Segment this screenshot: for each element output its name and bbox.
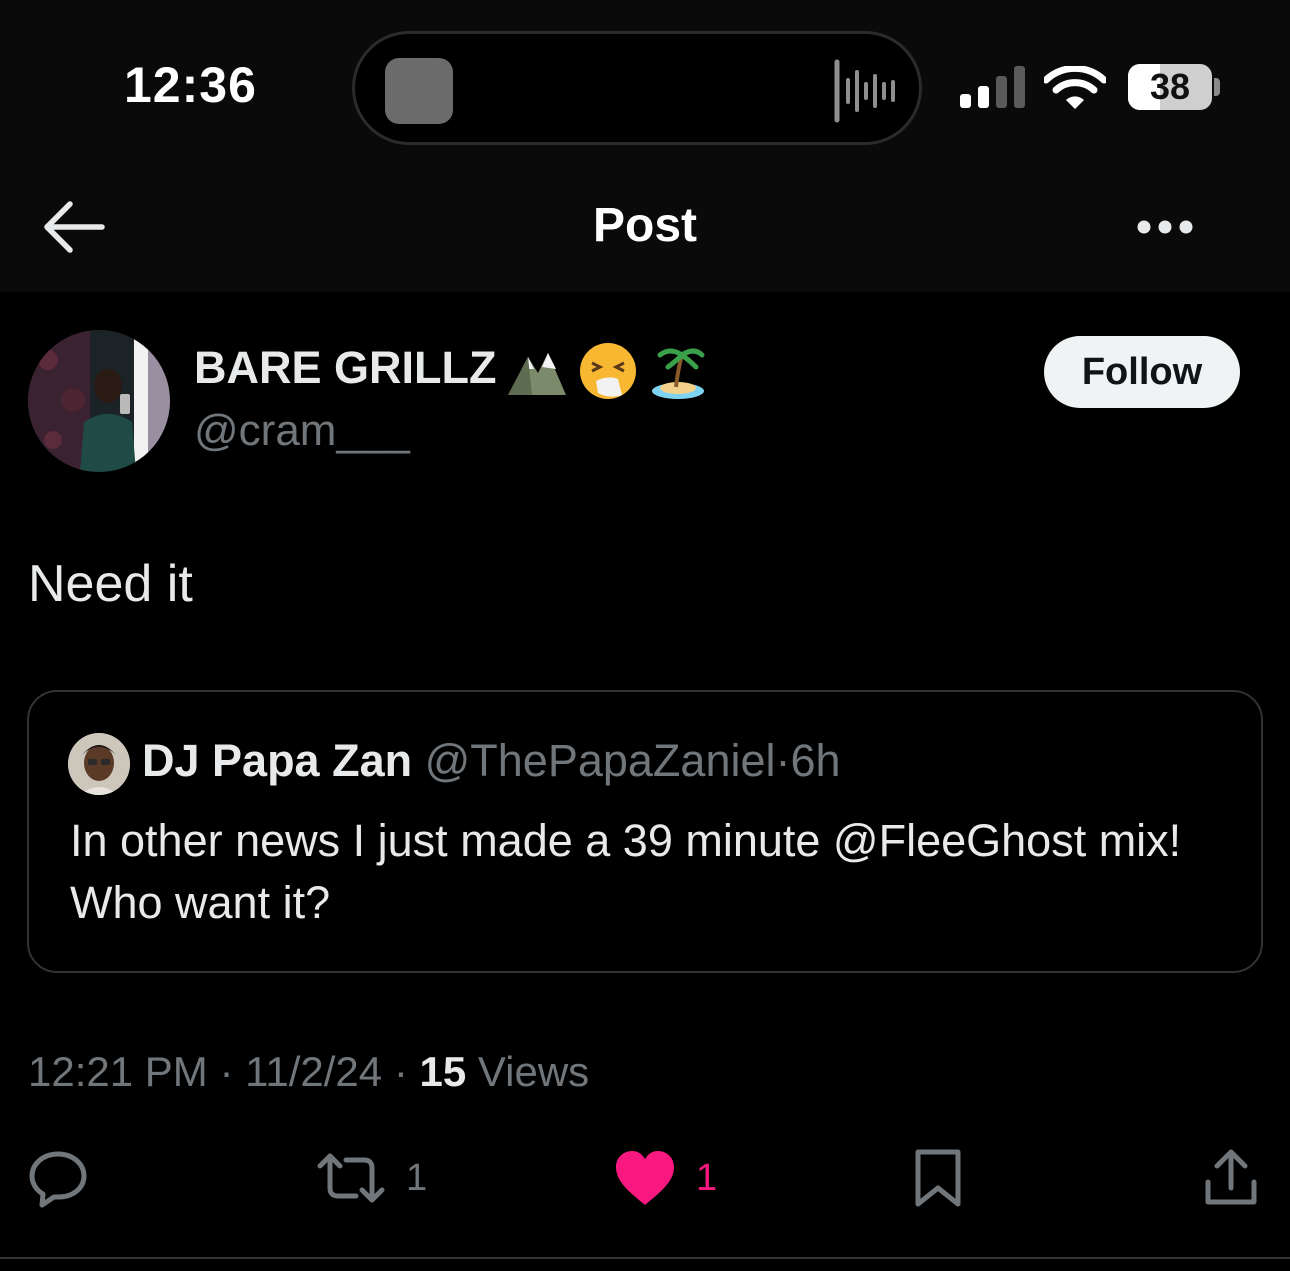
more-horizontal-icon[interactable] [1130, 210, 1200, 244]
post-date: 11/2/24 [245, 1048, 383, 1095]
views-count[interactable]: 15 [419, 1048, 466, 1095]
top-bar: 12:36 38 Post [0, 0, 1290, 292]
like-button[interactable]: 1 [614, 1146, 717, 1210]
avatar[interactable] [28, 330, 170, 472]
quote-time: 6h [790, 735, 841, 786]
views-label: Views [477, 1048, 590, 1095]
quote-separator: · [775, 735, 791, 786]
author-handle[interactable]: @cram___ [194, 406, 410, 456]
meta-separator: · [219, 1048, 234, 1095]
cellular-signal-icon [960, 66, 1025, 108]
quote-author-handle[interactable]: @ThePapaZaniel [425, 735, 776, 786]
share-button[interactable] [1202, 1146, 1260, 1210]
audio-wave-icon [834, 59, 895, 123]
like-count: 1 [696, 1156, 718, 1199]
battery-icon: 38 [1128, 64, 1212, 110]
live-activity-icon [385, 58, 453, 124]
battery-percent: 38 [1149, 66, 1191, 107]
quote-text: In other news I just made a 39 minute @F… [70, 815, 1182, 928]
dynamic-island[interactable] [352, 31, 922, 145]
post-meta: 12:21 PM · 11/2/24 · 15 Views [28, 1048, 589, 1096]
repost-icon [317, 1153, 385, 1203]
follow-button[interactable]: Follow [1044, 336, 1240, 408]
battery-tip [1214, 78, 1220, 96]
repost-button[interactable]: 1 [316, 1146, 427, 1210]
heart-filled-icon [616, 1151, 674, 1205]
reply-button[interactable] [28, 1146, 88, 1210]
bookmark-button[interactable] [910, 1146, 966, 1210]
post-timestamp: 12:21 PM [28, 1048, 208, 1095]
wifi-icon [1044, 66, 1106, 109]
quote-author-name[interactable]: DJ Papa Zan [142, 735, 412, 786]
sneezing-face-emoji [580, 343, 636, 399]
post-text: Need it [28, 555, 193, 613]
author-emojis [506, 340, 708, 402]
quote-avatar-image [68, 733, 130, 795]
page-title: Post [592, 199, 697, 252]
share-icon [1205, 1149, 1257, 1205]
reply-icon [29, 1151, 87, 1208]
divider [0, 1257, 1290, 1259]
status-time: 12:36 [124, 57, 257, 113]
bookmark-icon [915, 1149, 961, 1207]
mountain-emoji [508, 353, 566, 395]
quote-avatar[interactable] [68, 733, 130, 795]
desert-island-emoji [652, 348, 705, 399]
author-name[interactable]: BARE GRILLZ [194, 342, 496, 394]
avatar-image [28, 330, 170, 472]
repost-count: 1 [406, 1156, 428, 1199]
meta-separator: · [393, 1048, 408, 1095]
quote-header: DJ Papa Zan @ThePapaZaniel·6h [142, 735, 841, 787]
